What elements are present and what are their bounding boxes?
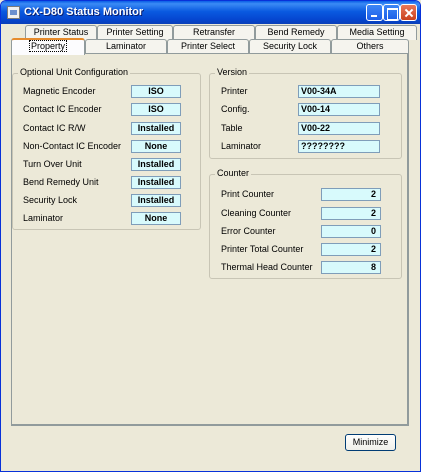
optional-unit-label: Non-Contact IC Encoder	[23, 141, 122, 151]
title-bar[interactable]: CX-D80 Status Monitor	[1, 1, 420, 24]
optional-unit-value: Installed	[131, 176, 181, 189]
optional-unit-value: ISO	[131, 85, 181, 98]
version-value: V00-14	[298, 103, 380, 116]
version-value: ????????	[298, 140, 380, 153]
tab-laminator[interactable]: Laminator	[85, 39, 167, 54]
optional-unit-value: None	[131, 212, 181, 225]
optional-unit-title: Optional Unit Configuration	[18, 67, 131, 77]
version-value: V00-34A	[298, 85, 380, 98]
counter-label: Cleaning Counter	[221, 208, 292, 218]
optional-unit-value: ISO	[131, 103, 181, 116]
version-label: Table	[221, 123, 243, 133]
optional-unit-value: None	[131, 140, 181, 153]
status-monitor-window: CX-D80 Status Monitor Printer Status Pri…	[0, 0, 421, 472]
counter-value: 2	[321, 188, 381, 201]
close-window-icon[interactable]	[400, 4, 417, 21]
minimize-window-icon[interactable]	[366, 4, 383, 21]
optional-unit-label: Laminator	[23, 213, 64, 223]
tab-property-label: Property	[28, 40, 67, 52]
version-value: V00-22	[298, 122, 380, 135]
counter-label: Error Counter	[221, 226, 276, 236]
printer-app-icon	[7, 6, 20, 19]
version-label: Config.	[221, 104, 250, 114]
tab-media-setting[interactable]: Media Setting	[337, 25, 417, 40]
tab-bend-remedy[interactable]: Bend Remedy	[255, 25, 337, 40]
optional-unit-value: Installed	[131, 158, 181, 171]
window-title: CX-D80 Status Monitor	[24, 6, 144, 18]
maximize-window-icon[interactable]	[383, 4, 400, 21]
optional-unit-label: Contact IC R/W	[23, 123, 86, 133]
optional-unit-value: Installed	[131, 122, 181, 135]
counter-label: Thermal Head Counter	[221, 262, 313, 272]
counter-value: 0	[321, 225, 381, 238]
tab-others[interactable]: Others	[331, 39, 409, 54]
version-label: Laminator	[221, 141, 262, 151]
counter-value: 8	[321, 261, 381, 274]
counter-label: Printer Total Counter	[221, 244, 304, 254]
tab-security-lock[interactable]: Security Lock	[249, 39, 331, 54]
counter-value: 2	[321, 243, 381, 256]
tab-printer-setting[interactable]: Printer Setting	[97, 25, 173, 40]
version-title: Version	[215, 67, 250, 77]
tab-printer-select[interactable]: Printer Select	[167, 39, 249, 54]
optional-unit-label: Contact IC Encoder	[23, 104, 102, 114]
optional-unit-value: Installed	[131, 194, 181, 207]
optional-unit-label: Security Lock	[23, 195, 78, 205]
minimize-button[interactable]: Minimize	[345, 434, 396, 451]
tab-retransfer[interactable]: Retransfer	[173, 25, 255, 40]
counter-value: 2	[321, 207, 381, 220]
version-label: Printer	[221, 86, 248, 96]
tab-property[interactable]: Property	[11, 38, 85, 55]
optional-unit-label: Bend Remedy Unit	[23, 177, 99, 187]
property-panel: Optional Unit Configuration Magnetic Enc…	[11, 53, 409, 426]
counter-label: Print Counter	[221, 189, 275, 199]
counter-title: Counter	[215, 168, 252, 178]
optional-unit-label: Magnetic Encoder	[23, 86, 96, 96]
optional-unit-label: Turn Over Unit	[23, 159, 82, 169]
